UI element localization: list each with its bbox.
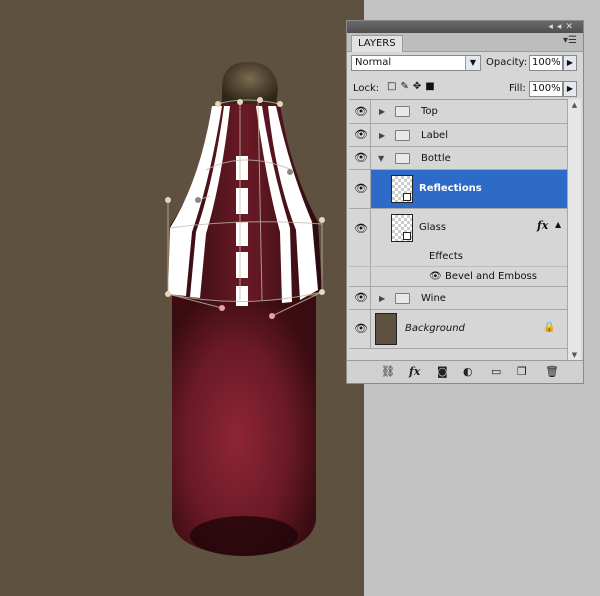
add-style-icon[interactable]: fx bbox=[409, 365, 420, 378]
expand-arrow-icon[interactable]: ▶ bbox=[379, 107, 385, 116]
expand-arrow-icon[interactable]: ▶ bbox=[379, 294, 385, 303]
scroll-up-icon[interactable]: ▲ bbox=[568, 99, 581, 111]
lock-label: Lock: bbox=[353, 83, 380, 94]
visibility-toggle[interactable]: 👁 bbox=[349, 147, 371, 169]
panel-titlebar[interactable]: ◂◂✕ bbox=[347, 21, 583, 33]
lock-brush-icon: ✎ bbox=[400, 81, 413, 92]
link-layers-icon[interactable]: ⛓ bbox=[381, 365, 395, 378]
layer-name: Bottle bbox=[421, 153, 451, 164]
lock-move-icon: ✥ bbox=[412, 81, 426, 92]
visibility-column bbox=[349, 248, 371, 266]
layer-name: Top bbox=[421, 106, 438, 117]
layer-thumbnail bbox=[391, 175, 413, 203]
eye-icon: 👁 bbox=[354, 221, 368, 235]
layers-panel: ◂◂✕ LAYERS ▾☰ Normal ▼ Opacity: 100% ▶ L… bbox=[346, 20, 584, 384]
layer-name: Wine bbox=[421, 293, 446, 304]
layers-list: 👁 ▶ Top 👁 ▶ Label 👁 ▼ Bottle 👁 Reflectio… bbox=[349, 99, 567, 362]
eye-icon: 👁 bbox=[354, 128, 368, 141]
visibility-toggle[interactable]: 👁 bbox=[349, 287, 371, 309]
delete-layer-icon[interactable]: 🗑 bbox=[545, 365, 559, 378]
eye-icon: 👁 bbox=[354, 291, 368, 304]
smart-object-icon bbox=[403, 232, 411, 240]
layer-thumbnail bbox=[391, 214, 413, 242]
opacity-field[interactable]: 100% bbox=[529, 55, 563, 71]
effect-bevel-emboss[interactable]: 👁 Bevel and Emboss bbox=[349, 267, 567, 287]
folder-icon bbox=[395, 293, 410, 304]
layer-reflections[interactable]: 👁 Reflections bbox=[349, 170, 567, 209]
tab-layers[interactable]: LAYERS bbox=[351, 35, 403, 52]
effects-row[interactable]: Effects bbox=[349, 248, 567, 267]
eye-icon: 👁 bbox=[354, 182, 368, 195]
effect-name: Bevel and Emboss bbox=[445, 271, 537, 282]
collapse-icon[interactable]: ◂◂ bbox=[548, 22, 565, 32]
fill-arrow-icon[interactable]: ▶ bbox=[563, 81, 577, 97]
close-icon[interactable]: ✕ bbox=[565, 22, 577, 32]
opacity-label: Opacity: bbox=[486, 57, 528, 68]
collapse-arrow-icon[interactable]: ▼ bbox=[378, 154, 384, 163]
panel-tab-row: LAYERS ▾☰ bbox=[347, 33, 583, 52]
visibility-toggle[interactable]: 👁 bbox=[349, 124, 371, 146]
lock-all-icon: ■ bbox=[425, 81, 439, 92]
smart-object-icon bbox=[403, 193, 411, 201]
layer-wine[interactable]: 👁 ▶ Wine bbox=[349, 287, 567, 310]
adjustment-layer-icon[interactable]: ◐ bbox=[463, 365, 473, 378]
canvas-artwork bbox=[0, 0, 364, 596]
folder-icon bbox=[395, 106, 410, 117]
add-mask-icon[interactable]: ◙ bbox=[437, 365, 448, 378]
visibility-toggle[interactable]: 👁 bbox=[349, 100, 371, 123]
eye-icon: 👁 bbox=[354, 151, 368, 164]
visibility-column bbox=[349, 267, 371, 286]
new-layer-icon[interactable]: ❐ bbox=[517, 365, 527, 378]
blend-mode-select[interactable]: Normal ▼ bbox=[351, 55, 481, 71]
layer-label[interactable]: 👁 ▶ Label bbox=[349, 124, 567, 147]
lock-icon: 🔒 bbox=[543, 322, 556, 333]
visibility-toggle[interactable]: 👁 bbox=[349, 170, 371, 208]
eye-icon: 👁 bbox=[354, 322, 368, 335]
expand-effects-icon[interactable]: ▲ bbox=[555, 220, 561, 229]
visibility-toggle[interactable]: 👁 bbox=[349, 310, 371, 348]
blend-mode-value: Normal bbox=[355, 57, 392, 68]
effect-eye-icon[interactable]: 👁 bbox=[429, 271, 442, 282]
layer-top[interactable]: 👁 ▶ Top bbox=[349, 100, 567, 124]
fill-label: Fill: bbox=[509, 83, 526, 94]
layer-name: Reflections bbox=[419, 183, 482, 194]
effects-label: Effects bbox=[429, 251, 463, 262]
expand-arrow-icon[interactable]: ▶ bbox=[379, 131, 385, 140]
eye-icon: 👁 bbox=[354, 104, 368, 118]
lock-options[interactable]: □✎✥■ bbox=[387, 81, 439, 92]
background-thumbnail bbox=[375, 313, 397, 345]
layer-bottle[interactable]: 👁 ▼ Bottle bbox=[349, 147, 567, 170]
fx-icon[interactable]: fx bbox=[537, 219, 548, 232]
chevron-down-icon: ▼ bbox=[465, 56, 480, 70]
layers-scrollbar[interactable]: ▲ ▼ bbox=[567, 99, 581, 361]
layer-name: Label bbox=[421, 130, 448, 141]
fill-field[interactable]: 100% bbox=[529, 81, 563, 97]
layer-glass[interactable]: 👁 Glass fx ▲ bbox=[349, 209, 567, 248]
visibility-toggle[interactable]: 👁 bbox=[349, 209, 371, 248]
folder-icon bbox=[395, 130, 410, 141]
layer-name: Glass bbox=[419, 222, 447, 233]
opacity-arrow-icon[interactable]: ▶ bbox=[563, 55, 577, 71]
new-group-icon[interactable]: ▭ bbox=[491, 365, 501, 378]
folder-icon bbox=[395, 153, 410, 164]
lock-transparent-icon: □ bbox=[387, 81, 401, 92]
layer-background[interactable]: 👁 Background 🔒 bbox=[349, 310, 567, 349]
layers-bottom-toolbar: ⛓ fx ◙ ◐ ▭ ❐ 🗑 bbox=[347, 360, 583, 383]
panel-menu-icon[interactable]: ▾☰ bbox=[563, 35, 577, 46]
layer-name: Background bbox=[405, 323, 465, 334]
